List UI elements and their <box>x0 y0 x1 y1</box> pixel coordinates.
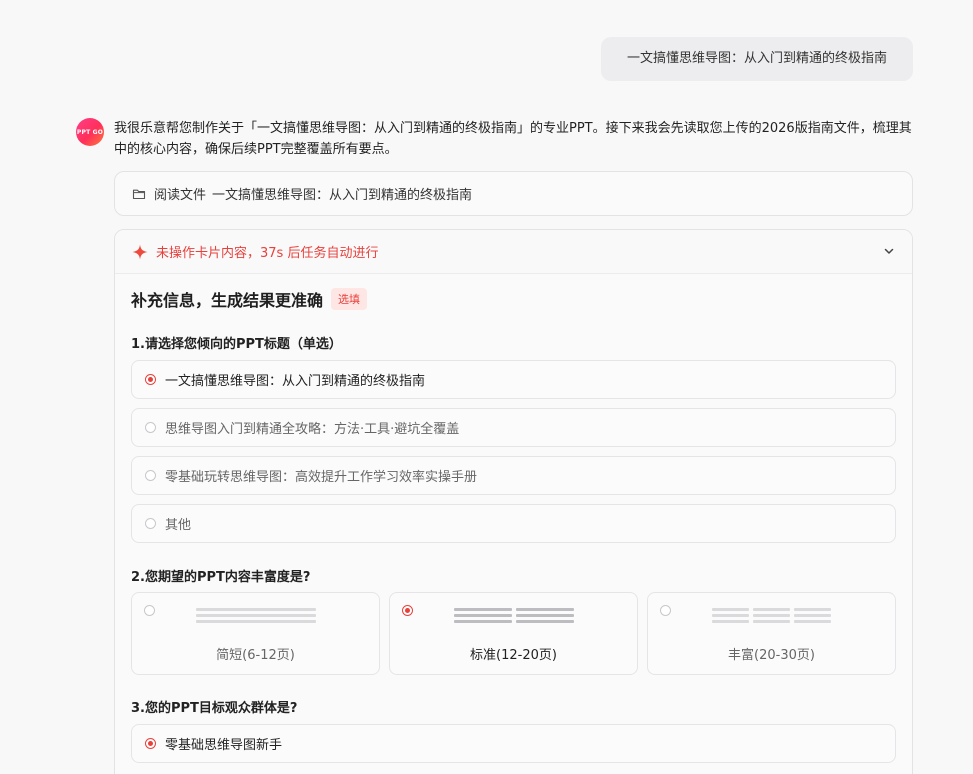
richness-label: 标准(12-20页) <box>470 648 557 663</box>
radio-unselected[interactable] <box>145 422 156 433</box>
radio-selected[interactable] <box>145 738 156 749</box>
optional-badge: 选填 <box>331 288 368 310</box>
radio-selected[interactable] <box>145 374 156 385</box>
option-label: 思维导图入门到精通全攻略：方法·工具·避坑全覆盖 <box>165 422 460 437</box>
radio-unselected[interactable] <box>145 470 156 481</box>
one-column-layout-icon <box>132 608 379 623</box>
radio-unselected[interactable] <box>145 518 156 529</box>
file-action-label: 阅读文件 <box>154 188 207 203</box>
richness-option-rich[interactable]: 丰富(20-30页) <box>647 592 896 675</box>
spark-icon <box>131 243 149 261</box>
assistant-message: 我很乐意帮您制作关于「一文搞懂思维导图：从入门到精通的终极指南」的专业PPT。接… <box>114 121 912 157</box>
form-title-row: 补充信息，生成结果更准确 选填 <box>131 287 368 311</box>
option-label: 零基础思维导图新手 <box>165 738 283 753</box>
title-option-other[interactable]: 其他 <box>131 504 896 543</box>
form-card-header[interactable]: 未操作卡片内容，37s 后任务自动进行 <box>115 230 912 274</box>
three-column-layout-icon <box>648 608 895 623</box>
read-file-card[interactable]: 阅读文件 一文搞懂思维导图：从入门到精通的终极指南 <box>114 171 913 216</box>
question-3-label: 3.您的PPT目标观众群体是? <box>131 701 298 716</box>
chat-page: 一文搞懂思维导图：从入门到精通的终极指南 PPT GO 我很乐意帮您制作关于「一… <box>0 0 973 774</box>
user-message-bubble: 一文搞懂思维导图：从入门到精通的终极指南 <box>601 37 913 81</box>
option-label: 零基础玩转思维导图：高效提升工作学习效率实操手册 <box>165 470 478 485</box>
richness-option-standard[interactable]: 标准(12-20页) <box>389 592 638 675</box>
option-label: 其他 <box>165 518 192 533</box>
title-option-3[interactable]: 零基础玩转思维导图：高效提升工作学习效率实操手册 <box>131 456 896 495</box>
question-1-label: 1.请选择您倾向的PPT标题（单选） <box>131 337 342 352</box>
assistant-avatar: PPT GO <box>76 118 104 146</box>
richness-label: 丰富(20-30页) <box>728 648 815 663</box>
title-option-2[interactable]: 思维导图入门到精通全攻略：方法·工具·避坑全覆盖 <box>131 408 896 447</box>
audience-option-1[interactable]: 零基础思维导图新手 <box>131 724 896 763</box>
auto-proceed-countdown: 未操作卡片内容，37s 后任务自动进行 <box>156 246 379 261</box>
two-column-layout-icon <box>390 608 637 623</box>
option-label: 一文搞懂思维导图：从入门到精通的终极指南 <box>165 374 426 389</box>
form-title: 补充信息，生成结果更准确 <box>131 291 324 310</box>
supplementary-info-card: 未操作卡片内容，37s 后任务自动进行 补充信息，生成结果更准确 选填 1.请选… <box>114 229 913 774</box>
question-2-label: 2.您期望的PPT内容丰富度是? <box>131 570 311 585</box>
richness-label: 简短(6-12页) <box>216 648 295 663</box>
chevron-down-icon[interactable] <box>882 244 896 258</box>
folder-icon <box>132 187 146 201</box>
title-option-1[interactable]: 一文搞懂思维导图：从入门到精通的终极指南 <box>131 360 896 399</box>
file-name: 一文搞懂思维导图：从入门到精通的终极指南 <box>212 188 473 203</box>
richness-option-short[interactable]: 简短(6-12页) <box>131 592 380 675</box>
